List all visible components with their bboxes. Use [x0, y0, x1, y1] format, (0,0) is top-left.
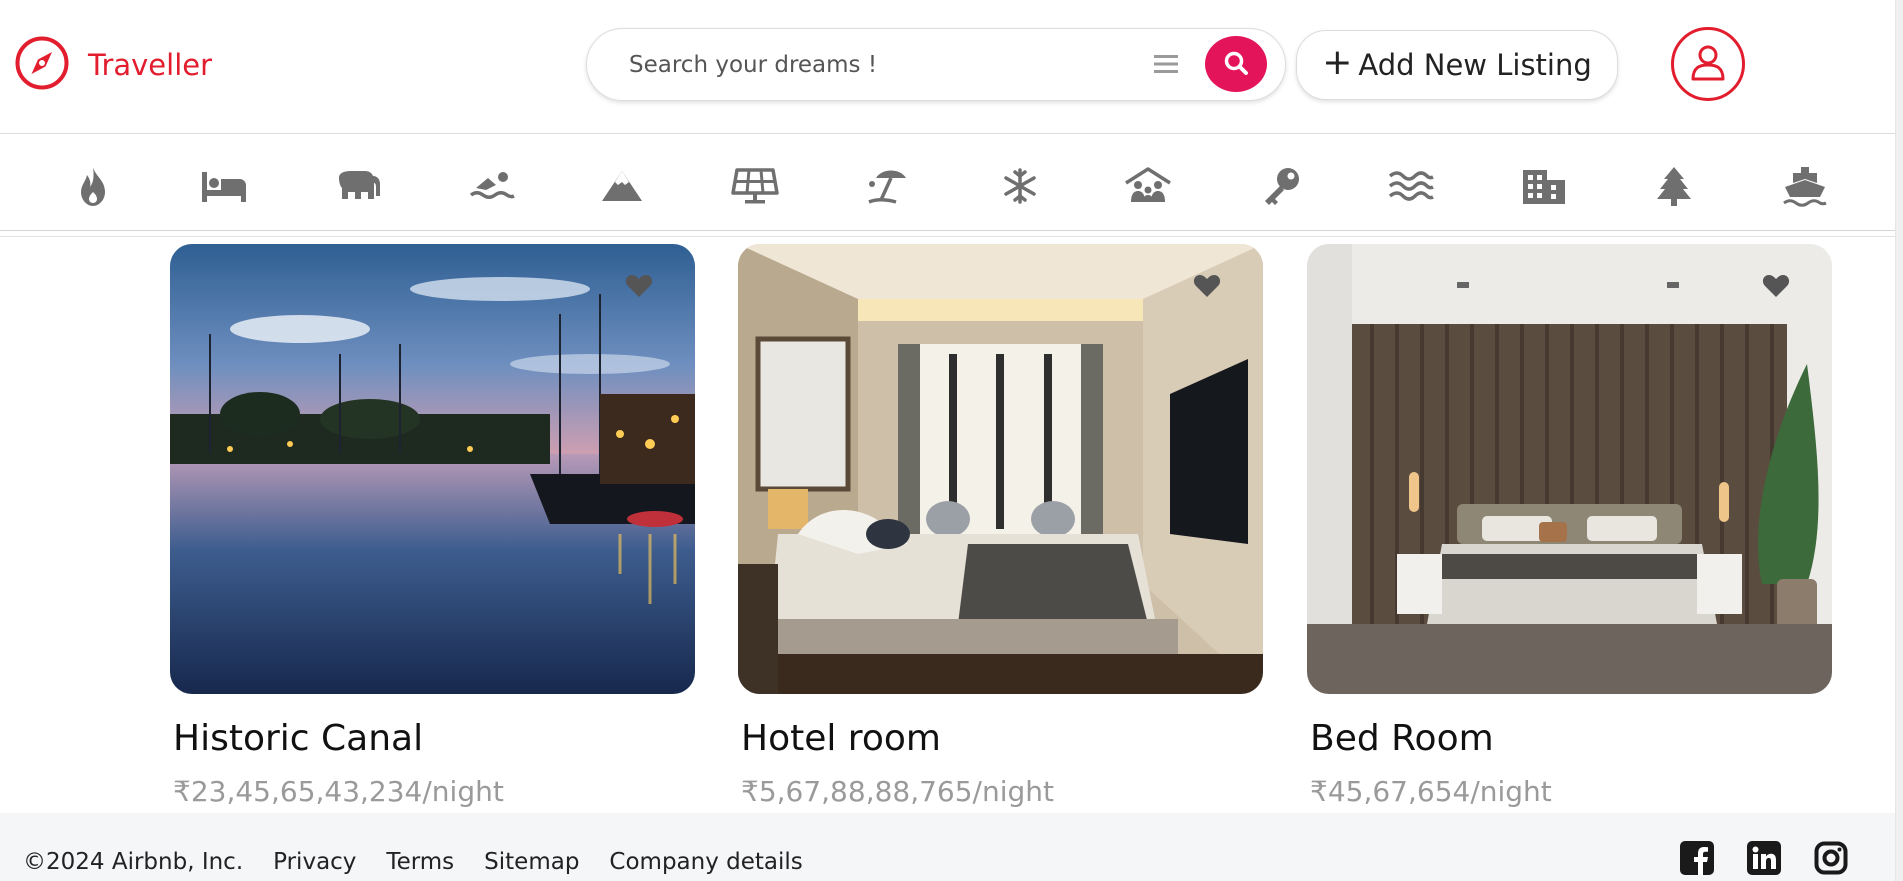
listing-title[interactable]: Hotel room — [741, 718, 1263, 759]
privacy-link[interactable]: Privacy — [273, 849, 356, 875]
facebook-icon[interactable] — [1680, 841, 1714, 879]
waves-icon — [1388, 169, 1434, 207]
menu-lines-icon[interactable] — [1153, 51, 1179, 81]
harbor-image — [170, 244, 695, 694]
bedroom-image — [1307, 244, 1832, 694]
copyright-text: ©2024 Airbnb, Inc. — [23, 849, 244, 875]
filter-beach[interactable] — [861, 164, 917, 212]
filter-rooms[interactable] — [196, 164, 252, 212]
search-bar — [586, 28, 1286, 101]
filter-arctic[interactable] — [992, 164, 1048, 212]
elephant-icon — [335, 168, 383, 208]
snowflake-icon — [1000, 166, 1040, 210]
filter-forest[interactable] — [1646, 164, 1702, 212]
filter-lakes[interactable] — [1383, 164, 1439, 212]
filter-boats[interactable] — [1777, 164, 1833, 212]
filter-farms[interactable] — [331, 164, 387, 212]
sitemap-link[interactable]: Sitemap — [484, 849, 579, 875]
fire-icon — [73, 164, 113, 212]
user-icon — [1686, 41, 1730, 88]
scrollbar[interactable] — [1895, 0, 1903, 881]
social-links — [1680, 841, 1848, 879]
terms-link[interactable]: Terms — [386, 849, 454, 875]
company-details-link[interactable]: Company details — [609, 849, 802, 875]
ship-icon — [1782, 165, 1828, 211]
navbar: Traveller + Add New Listing — [0, 0, 1903, 134]
listing-image[interactable] — [1307, 244, 1832, 694]
listing-price: ₹23,45,65,43,234/night — [173, 775, 504, 808]
compass-icon — [14, 35, 70, 95]
filter-family[interactable] — [1120, 164, 1176, 212]
mountain-icon — [600, 168, 644, 208]
tree-icon — [1654, 165, 1694, 211]
footer-links: ©2024 Airbnb, Inc. Privacy Terms Sitemap… — [23, 849, 803, 875]
search-button[interactable] — [1205, 36, 1267, 92]
plus-icon: + — [1322, 42, 1353, 83]
category-filter-bar — [0, 134, 1903, 231]
city-icon — [1521, 166, 1567, 210]
listing-image[interactable] — [170, 244, 695, 694]
instagram-icon[interactable] — [1814, 841, 1848, 879]
listing-price: ₹5,67,88,88,765/night — [741, 775, 1055, 808]
solar-panel-icon — [731, 167, 779, 209]
hotel-room-image — [738, 244, 1263, 694]
search-input[interactable] — [627, 41, 1151, 89]
listing-image[interactable] — [738, 244, 1263, 694]
listing-card[interactable]: Historic Canal ₹23,45,65,43,234/night — [170, 244, 695, 808]
filter-trending[interactable] — [65, 164, 121, 212]
key-icon — [1260, 166, 1302, 210]
beach-umbrella-icon — [866, 166, 912, 210]
listing-card[interactable]: Hotel room ₹5,67,88,88,765/night — [738, 244, 1263, 808]
heart-icon[interactable] — [1193, 274, 1221, 302]
add-new-listing-button[interactable]: + Add New Listing — [1296, 30, 1618, 100]
brand-link[interactable]: Traveller — [14, 35, 212, 95]
heart-icon[interactable] — [625, 274, 653, 302]
filter-rentals[interactable] — [1253, 164, 1309, 212]
profile-button[interactable] — [1671, 27, 1745, 101]
swimmer-icon — [468, 168, 516, 208]
listing-price: ₹45,67,654/night — [1310, 775, 1552, 808]
filter-eco[interactable] — [727, 164, 783, 212]
filter-pools[interactable] — [464, 164, 520, 212]
house-people-icon — [1123, 166, 1173, 210]
listing-card[interactable]: Bed Room ₹45,67,654/night — [1307, 244, 1832, 808]
filter-cities[interactable] — [1516, 164, 1572, 212]
linkedin-icon[interactable] — [1747, 841, 1781, 879]
listing-title[interactable]: Historic Canal — [173, 718, 695, 759]
filter-mountains[interactable] — [594, 164, 650, 212]
search-icon — [1223, 50, 1249, 79]
bed-icon — [200, 168, 248, 208]
brand-name: Traveller — [88, 48, 213, 82]
divider — [0, 236, 1903, 237]
add-new-listing-label: Add New Listing — [1358, 48, 1592, 82]
listing-title[interactable]: Bed Room — [1310, 718, 1832, 759]
heart-icon[interactable] — [1762, 274, 1790, 302]
footer: ©2024 Airbnb, Inc. Privacy Terms Sitemap… — [0, 813, 1896, 881]
